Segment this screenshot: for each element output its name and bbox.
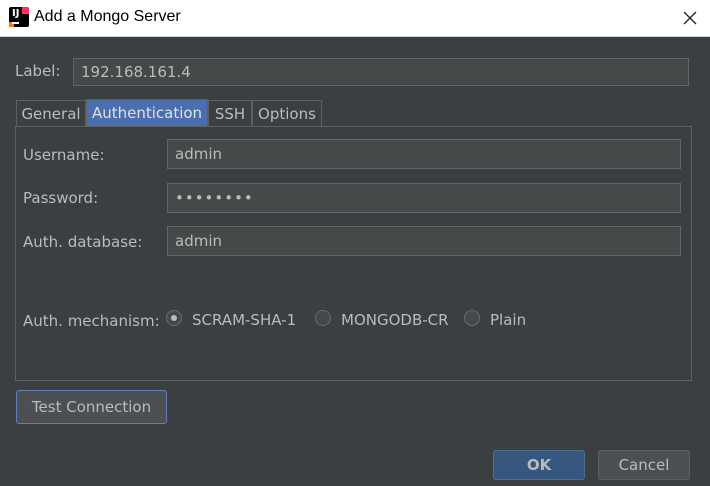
close-button[interactable] [680, 8, 700, 28]
label-input[interactable] [73, 58, 689, 86]
ok-button[interactable]: OK [493, 450, 585, 480]
auth-database-input[interactable] [167, 226, 681, 256]
radio-scram-sha-1[interactable]: SCRAM-SHA-1 [166, 310, 306, 330]
window-title: Add a Mongo Server [34, 8, 181, 25]
username-input[interactable] [167, 139, 681, 169]
tab-authentication[interactable]: Authentication [86, 99, 208, 127]
radio-dot-icon [171, 315, 177, 321]
radio-label: Plain [490, 311, 527, 329]
tab-general[interactable]: General [16, 100, 86, 127]
auth-mechanism-label: Auth. mechanism: [23, 312, 160, 330]
password-input[interactable]: •••••••• [167, 183, 681, 213]
tab-ssh[interactable]: SSH [208, 100, 252, 127]
cancel-button[interactable]: Cancel [598, 450, 690, 480]
title-bar: IJ Add a Mongo Server [0, 0, 710, 37]
password-label: Password: [23, 189, 99, 207]
intellij-app-icon: IJ [9, 7, 29, 27]
radio-unselected-icon [315, 310, 331, 326]
tab-options[interactable]: Options [252, 100, 322, 127]
test-connection-button[interactable]: Test Connection [16, 390, 167, 424]
app-icon-accent [22, 7, 29, 14]
app-icon-bar [12, 22, 19, 24]
label-caption: Label: [15, 62, 61, 80]
radio-mongodb-cr[interactable]: MONGODB-CR [315, 310, 455, 330]
radio-selected-icon [166, 310, 182, 326]
username-label: Username: [23, 146, 105, 164]
radio-plain[interactable]: Plain [464, 310, 534, 330]
radio-unselected-icon [464, 310, 480, 326]
close-icon [683, 11, 697, 25]
auth-database-label: Auth. database: [23, 233, 143, 251]
radio-label: SCRAM-SHA-1 [192, 311, 297, 329]
radio-label: MONGODB-CR [341, 311, 449, 329]
app-icon-text: IJ [12, 8, 20, 19]
